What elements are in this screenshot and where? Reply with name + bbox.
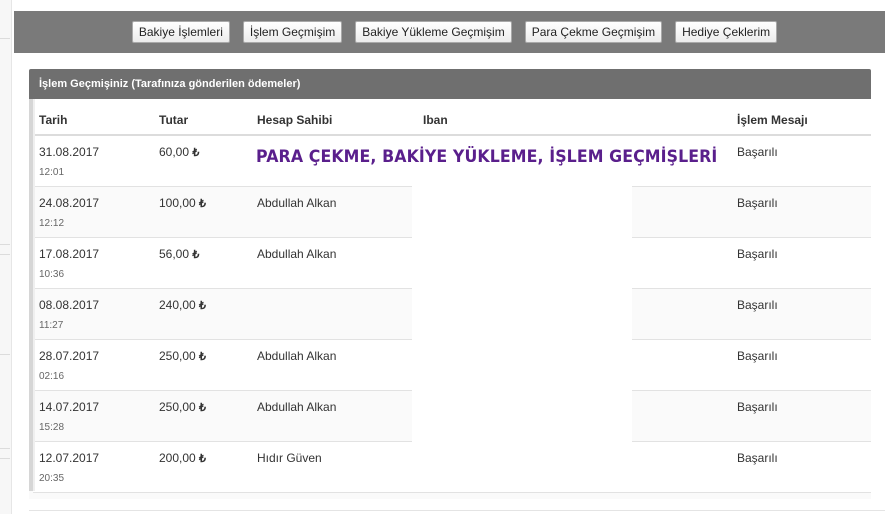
cell-message: Başarılı [731,135,871,187]
date-text: 31.08.2017 [39,145,100,159]
left-sidebar-edge [0,0,12,514]
time-text: 02:16 [39,370,65,382]
cell-amount: 100,00 ₺ [153,186,251,238]
cell-date: 08.08.2017 11:27 [33,288,153,340]
amount-text: 250,00 [159,348,196,363]
amount-text: 250,00 [159,399,196,414]
tab-gift-checks[interactable]: Hediye Çeklerim [675,21,778,43]
cell-amount: 250,00 ₺ [153,339,251,391]
column-header-holder[interactable]: Hesap Sahibi [251,99,417,136]
cell-holder: Abdullah Alkan [251,237,417,289]
date-text: 12.07.2017 [39,450,100,465]
cell-holder [251,288,417,340]
date-text: 14.07.2017 [39,399,100,414]
cell-holder: Abdullah Alkan [251,186,417,238]
cell-amount: 200,00 ₺ [153,441,251,493]
date-text: 24.08.2017 [39,195,100,210]
history-tab-bar: Bakiye İşlemleri İşlem Geçmişim Bakiye Y… [14,11,885,53]
lira-icon: ₺ [192,248,200,261]
tab-withdrawal-history[interactable]: Para Çekme Geçmişim [524,21,663,43]
divider [29,510,885,511]
column-header-iban[interactable]: Iban [417,99,731,136]
cell-message: Başarılı [731,186,871,238]
cell-holder: Abdullah Alkan [251,339,417,391]
time-text: 12:12 [39,217,65,229]
table-header-row: Tarih Tutar Hesap Sahibi Iban İşlem Mesa… [33,99,871,136]
time-text: 20:35 [39,472,65,484]
amount-text: 60,00 [159,145,190,159]
date-text: 17.08.2017 [39,246,100,261]
amount-text: 56,00 [159,246,190,261]
column-header-amount[interactable]: Tutar [153,99,251,136]
tab-balance-load-history[interactable]: Bakiye Yükleme Geçmişim [355,21,512,43]
cell-holder: Hıdır Güven [251,441,417,493]
cell-date: 14.07.2017 15:28 [33,390,153,442]
column-header-date[interactable]: Tarih [33,99,153,136]
cell-message: Başarılı [731,441,871,493]
cell-date: 12.07.2017 20:35 [33,441,153,493]
time-text: 12:01 [39,167,65,178]
amount-text: 200,00 [159,450,196,465]
column-header-message[interactable]: İşlem Mesajı [731,99,871,136]
time-text: 15:28 [39,421,65,433]
panel-title: İşlem Geçmişiniz (Tarafınıza gönderilen … [29,69,871,99]
cell-message: Başarılı [731,288,871,340]
cell-date: 17.08.2017 10:36 [33,237,153,289]
lira-icon: ₺ [199,299,207,312]
cell-message: Başarılı [731,237,871,289]
lira-icon: ₺ [199,197,207,210]
cell-amount: 56,00 ₺ [153,237,251,289]
lira-icon: ₺ [199,401,207,414]
cell-date: 31.08.2017 12:01 [33,135,153,187]
lira-icon: ₺ [199,452,207,465]
date-text: 08.08.2017 [39,297,100,312]
cell-amount: 240,00 ₺ [153,288,251,340]
page: Bakiye İşlemleri İşlem Geçmişim Bakiye Y… [0,0,885,514]
cell-holder: Abdullah Alkan [251,390,417,442]
tab-balance-operations[interactable]: Bakiye İşlemleri [131,21,230,43]
amount-text: 100,00 [159,195,196,210]
iban-redaction [412,140,632,477]
cell-date: 28.07.2017 02:16 [33,339,153,391]
cell-message: Başarılı [731,339,871,391]
cell-date: 24.08.2017 12:12 [33,186,153,238]
time-text: 10:36 [39,268,65,280]
cell-message: Başarılı [731,390,871,442]
lira-icon: ₺ [199,350,207,363]
date-text: 28.07.2017 [39,348,100,363]
tab-transaction-history[interactable]: İşlem Geçmişim [242,21,343,43]
lira-icon: ₺ [192,147,200,159]
amount-text: 240,00 [159,297,196,312]
cell-amount: 250,00 ₺ [153,390,251,442]
time-text: 11:27 [39,319,64,331]
overlay-caption: PARA ÇEKME, BAKİYE YÜKLEME, İŞLEM GEÇMİŞ… [256,147,718,167]
